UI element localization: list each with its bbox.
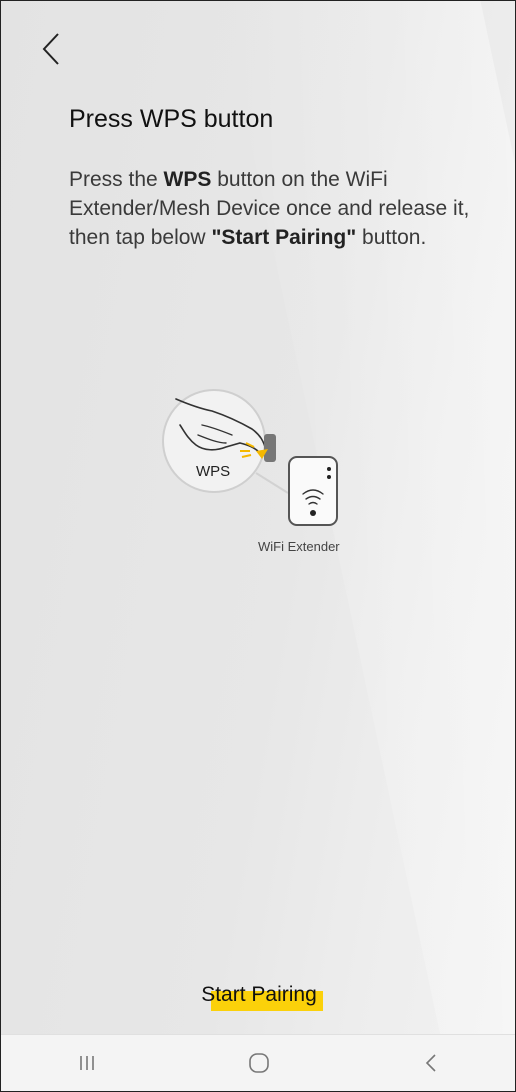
wps-label: WPS	[196, 463, 230, 480]
back-button[interactable]	[31, 29, 71, 69]
device-label: WiFi Extender	[258, 539, 340, 554]
start-pairing-button[interactable]: Start Pairing	[169, 969, 349, 1021]
wps-diagram: WPS WiFi Extender	[162, 389, 340, 554]
home-button[interactable]	[229, 1041, 289, 1085]
instruction-text: Press the WPS button on the WiFi Extende…	[69, 168, 470, 249]
chevron-left-icon	[42, 33, 59, 65]
nav-back-button[interactable]	[401, 1041, 461, 1085]
home-icon	[249, 1053, 269, 1073]
back-icon	[425, 1054, 436, 1072]
wps-illustration: WPS WiFi Extender	[156, 381, 386, 561]
start-pairing-label: Start Pairing	[201, 983, 317, 1006]
system-nav-bar	[1, 1034, 515, 1091]
device-side	[264, 434, 276, 462]
recent-apps-button[interactable]	[57, 1041, 117, 1085]
page-title: Press WPS button	[69, 105, 274, 133]
recent-apps-icon	[80, 1056, 94, 1070]
connector-line	[255, 472, 289, 494]
screen: Press WPS button Press the WPS button on…	[0, 0, 516, 1092]
